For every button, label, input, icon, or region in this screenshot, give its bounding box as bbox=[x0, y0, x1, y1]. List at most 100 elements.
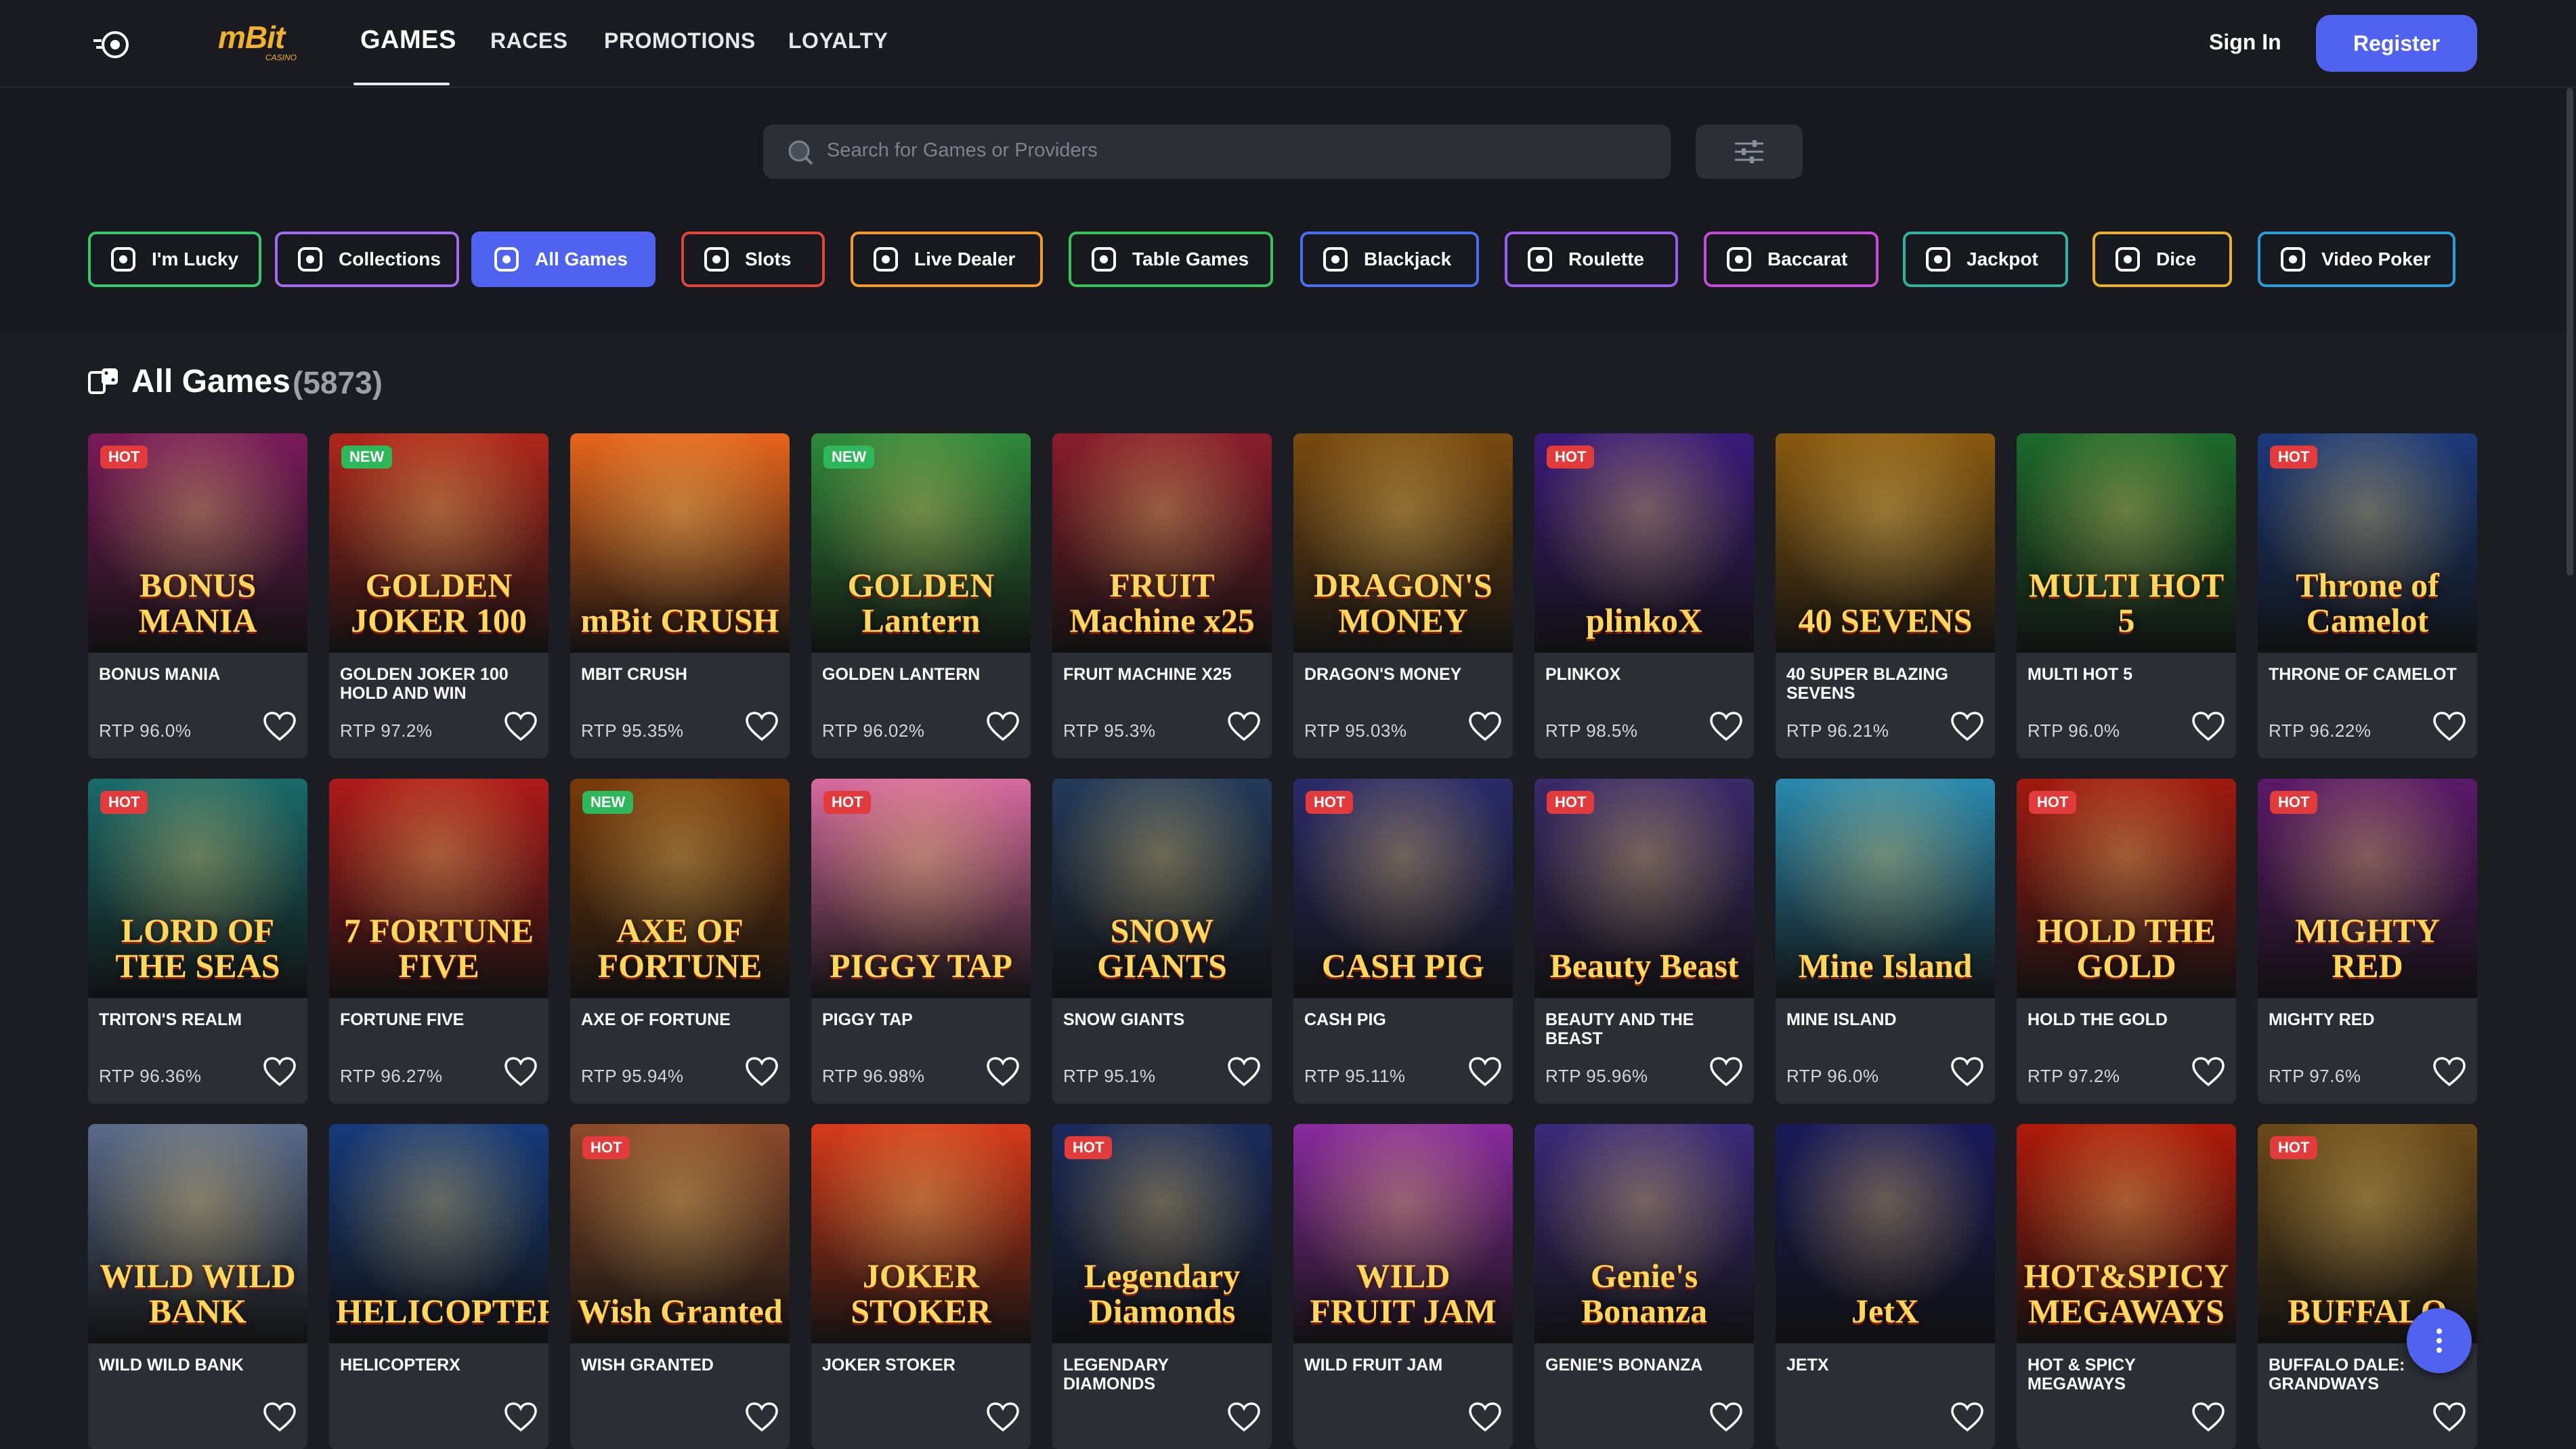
search-input[interactable]: Search for Games or Providers bbox=[763, 125, 1671, 179]
favorite-heart-icon[interactable] bbox=[986, 1056, 1020, 1087]
category-chip-live-dealer[interactable]: Live Dealer bbox=[851, 232, 1043, 287]
game-thumbnail[interactable]: SNOW GIANTS bbox=[1052, 779, 1272, 998]
game-thumbnail[interactable]: JOKER STOKER bbox=[811, 1124, 1031, 1343]
nav-games[interactable]: GAMES bbox=[360, 26, 456, 55]
game-card[interactable]: HOLD THE GOLD HOT HOLD THE GOLD RTP 97.2% bbox=[2017, 779, 2236, 1104]
favorite-heart-icon[interactable] bbox=[745, 1402, 779, 1433]
favorite-heart-icon[interactable] bbox=[986, 1402, 1020, 1433]
game-thumbnail[interactable]: HELICOPTERX bbox=[329, 1124, 549, 1343]
game-card[interactable]: GOLDEN JOKER 100 NEW GOLDEN JOKER 100 HOLD… bbox=[329, 433, 549, 758]
game-card[interactable]: BONUS MANIA HOT BONUS MANIA RTP 96.0% bbox=[88, 433, 307, 758]
game-thumbnail[interactable]: 40 SEVENS bbox=[1776, 433, 1995, 653]
sign-in-link[interactable]: Sign In bbox=[2209, 30, 2281, 55]
more-menu-button[interactable] bbox=[2407, 1308, 2472, 1373]
game-thumbnail[interactable]: FRUIT Machine x25 bbox=[1052, 433, 1272, 653]
game-card[interactable]: HOT&SPICY MEGAWAYS HOT & SPICY MEGAWAYS bbox=[2017, 1124, 2236, 1449]
favorite-heart-icon[interactable] bbox=[1227, 1056, 1261, 1087]
favorite-heart-icon[interactable] bbox=[263, 711, 297, 742]
game-thumbnail[interactable]: DRAGON'S MONEY bbox=[1293, 433, 1513, 653]
game-card[interactable]: WILD WILD BANK WILD WILD BANK bbox=[88, 1124, 307, 1449]
game-card[interactable]: PIGGY TAP HOT PIGGY TAP RTP 96.98% bbox=[811, 779, 1031, 1104]
game-card[interactable]: mBit CRUSH MBIT CRUSH RTP 95.35% bbox=[570, 433, 790, 758]
category-chip-slots[interactable]: Slots bbox=[681, 232, 825, 287]
favorite-heart-icon[interactable] bbox=[1468, 711, 1502, 742]
game-card[interactable]: Throne of Camelot HOT THRONE OF CAMELOT RTP… bbox=[2258, 433, 2477, 758]
favorite-heart-icon[interactable] bbox=[1950, 1056, 1984, 1087]
game-card[interactable]: WILD FRUIT JAM WILD FRUIT JAM bbox=[1293, 1124, 1513, 1449]
nav-races[interactable]: RACES bbox=[490, 28, 568, 53]
favorite-heart-icon[interactable] bbox=[986, 711, 1020, 742]
category-chip-dice[interactable]: Dice bbox=[2092, 232, 2232, 287]
favorite-heart-icon[interactable] bbox=[1950, 1402, 1984, 1433]
nav-promotions[interactable]: PROMOTIONS bbox=[604, 28, 756, 53]
category-chip-table-games[interactable]: Table Games bbox=[1069, 232, 1273, 287]
favorite-heart-icon[interactable] bbox=[745, 711, 779, 742]
game-card[interactable]: MIGHTY RED HOT MIGHTY RED RTP 97.6% bbox=[2258, 779, 2477, 1104]
game-card[interactable]: DRAGON'S MONEY DRAGON'S MONEY RTP 95.03% bbox=[1293, 433, 1513, 758]
favorite-heart-icon[interactable] bbox=[1950, 711, 1984, 742]
game-thumbnail[interactable]: Genie's Bonanza bbox=[1534, 1124, 1754, 1343]
favorite-heart-icon[interactable] bbox=[1227, 1402, 1261, 1433]
category-chip-baccarat[interactable]: Baccarat bbox=[1704, 232, 1879, 287]
game-card[interactable]: 40 SEVENS 40 SUPER BLAZING SEVENS RTP 96.2… bbox=[1776, 433, 1995, 758]
favorite-heart-icon[interactable] bbox=[2432, 1056, 2466, 1087]
favorite-heart-icon[interactable] bbox=[745, 1056, 779, 1087]
game-thumbnail[interactable]: Mine Island bbox=[1776, 779, 1995, 998]
brand-logo[interactable]: mBit CASINO bbox=[218, 20, 306, 64]
game-card[interactable]: SNOW GIANTS SNOW GIANTS RTP 95.1% bbox=[1052, 779, 1272, 1104]
favorite-heart-icon[interactable] bbox=[263, 1056, 297, 1087]
game-card[interactable]: JOKER STOKER JOKER STOKER bbox=[811, 1124, 1031, 1449]
game-thumbnail[interactable]: MULTI HOT 5 bbox=[2017, 433, 2236, 653]
category-chip-video-poker[interactable]: Video Poker bbox=[2258, 232, 2455, 287]
category-chip-i-m-lucky[interactable]: I'm Lucky bbox=[88, 232, 261, 287]
game-card[interactable]: AXE OF FORTUNE NEW AXE OF FORTUNE RTP 95.94… bbox=[570, 779, 790, 1104]
category-chip-roulette[interactable]: Roulette bbox=[1505, 232, 1678, 287]
game-art-title: 40 SEVENS bbox=[1798, 601, 1973, 639]
game-card[interactable]: HELICOPTERX HELICOPTERX bbox=[329, 1124, 549, 1449]
category-chip-jackpot[interactable]: Jackpot bbox=[1903, 232, 2068, 287]
game-card[interactable]: FRUIT Machine x25 FRUIT MACHINE X25 RTP 95… bbox=[1052, 433, 1272, 758]
favorite-heart-icon[interactable] bbox=[1709, 1402, 1743, 1433]
favorite-heart-icon[interactable] bbox=[263, 1402, 297, 1433]
nav-loyalty[interactable]: LOYALTY bbox=[788, 28, 888, 53]
favorite-heart-icon[interactable] bbox=[2191, 1402, 2225, 1433]
favorite-heart-icon[interactable] bbox=[1468, 1056, 1502, 1087]
game-card[interactable]: Beauty Beast HOT BEAUTY AND THE BEAST RTP 9… bbox=[1534, 779, 1754, 1104]
category-chip-collections[interactable]: Collections bbox=[275, 232, 459, 287]
scrollbar[interactable] bbox=[2567, 88, 2573, 576]
game-thumbnail[interactable]: HOT&SPICY MEGAWAYS bbox=[2017, 1124, 2236, 1343]
game-card[interactable]: MULTI HOT 5 MULTI HOT 5 RTP 96.0% bbox=[2017, 433, 2236, 758]
favorite-heart-icon[interactable] bbox=[1468, 1402, 1502, 1433]
register-button[interactable]: Register bbox=[2316, 15, 2477, 72]
filter-button[interactable] bbox=[1696, 125, 1803, 179]
category-chip-blackjack[interactable]: Blackjack bbox=[1300, 232, 1479, 287]
game-card[interactable]: LORD OF THE SEAS HOT TRITON'S REALM RTP 96.… bbox=[88, 779, 307, 1104]
casino-chip-logo-icon[interactable] bbox=[92, 27, 133, 61]
game-card[interactable]: 7 FORTUNE FIVE FORTUNE FIVE RTP 96.27% bbox=[329, 779, 549, 1104]
game-card[interactable]: Mine Island MINE ISLAND RTP 96.0% bbox=[1776, 779, 1995, 1104]
game-card[interactable]: Genie's Bonanza GENIE'S BONANZA bbox=[1534, 1124, 1754, 1449]
favorite-heart-icon[interactable] bbox=[2191, 1056, 2225, 1087]
game-thumbnail[interactable]: WILD WILD BANK bbox=[88, 1124, 307, 1343]
game-card[interactable]: GOLDEN Lantern NEW GOLDEN LANTERN RTP 96.02… bbox=[811, 433, 1031, 758]
favorite-heart-icon[interactable] bbox=[1709, 711, 1743, 742]
favorite-heart-icon[interactable] bbox=[504, 1056, 538, 1087]
game-card[interactable]: Wish Granted HOT WISH GRANTED bbox=[570, 1124, 790, 1449]
game-thumbnail[interactable]: JetX bbox=[1776, 1124, 1995, 1343]
game-thumbnail[interactable]: 7 FORTUNE FIVE bbox=[329, 779, 549, 998]
game-card[interactable]: Legendary Diamonds HOT LEGENDARY DIAMONDS bbox=[1052, 1124, 1272, 1449]
category-chip-all-games[interactable]: All Games bbox=[471, 232, 656, 287]
game-thumbnail[interactable]: WILD FRUIT JAM bbox=[1293, 1124, 1513, 1343]
game-thumbnail[interactable]: mBit CRUSH bbox=[570, 433, 790, 653]
favorite-heart-icon[interactable] bbox=[1709, 1056, 1743, 1087]
game-card[interactable]: CASH PIG HOT CASH PIG RTP 95.11% bbox=[1293, 779, 1513, 1104]
favorite-heart-icon[interactable] bbox=[1227, 711, 1261, 742]
favorite-heart-icon[interactable] bbox=[504, 1402, 538, 1433]
game-card[interactable]: plinkoX HOT PLINKOX RTP 98.5% bbox=[1534, 433, 1754, 758]
game-card[interactable]: JetX JETX bbox=[1776, 1124, 1995, 1449]
favorite-heart-icon[interactable] bbox=[504, 711, 538, 742]
favorite-heart-icon[interactable] bbox=[2191, 711, 2225, 742]
favorite-heart-icon[interactable] bbox=[2432, 711, 2466, 742]
favorite-heart-icon[interactable] bbox=[2432, 1402, 2466, 1433]
game-card[interactable]: BUFFALO HOT BUFFALO DALE: GRANDWAYS bbox=[2258, 1124, 2477, 1449]
